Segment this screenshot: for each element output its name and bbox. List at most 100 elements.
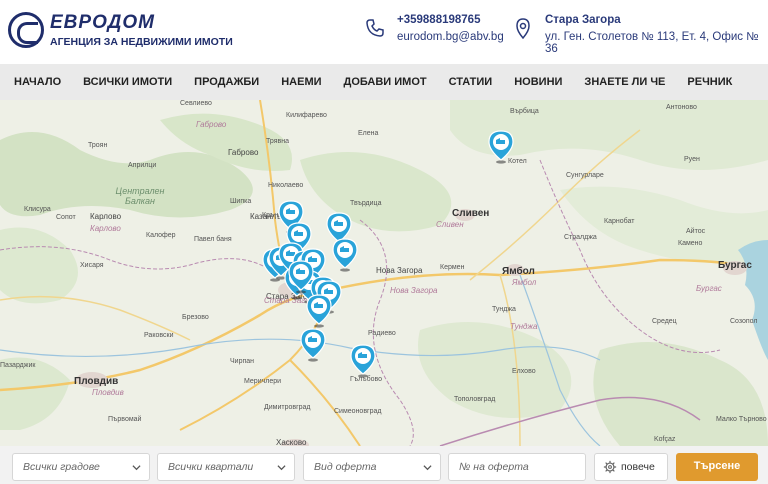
map-region-label: Нова Загора — [390, 286, 438, 295]
contact-address-block: Стара Загора ул. Ген. Столетов № 113, Ет… — [545, 14, 768, 55]
chevron-down-icon — [277, 465, 286, 471]
map-place: Първомай — [108, 416, 142, 423]
property-marker-icon[interactable] — [300, 328, 326, 362]
map-place: Средец — [652, 318, 677, 325]
map-place: Николаево — [268, 182, 304, 189]
map-place: Руен — [684, 156, 700, 163]
map-place: Върбица — [510, 108, 539, 115]
map-region-label: Централен Балкан — [115, 186, 165, 206]
map-place: Радиево — [368, 330, 396, 337]
map-place: Сунгурларе — [566, 172, 604, 179]
map-place: Ямбол — [502, 266, 535, 277]
map-place: Меричлери — [244, 378, 282, 385]
chevron-down-icon — [423, 465, 432, 471]
map-place: Троян — [88, 142, 108, 149]
map-place: Елена — [358, 130, 379, 137]
map-place: Тополовград — [454, 396, 496, 403]
map-place: Павел баня — [194, 236, 232, 243]
map-place: Хисаря — [80, 262, 104, 269]
nav-did-you-know[interactable]: ЗНАЕТЕ ЛИ ЧЕ — [584, 76, 665, 88]
phone-icon — [366, 19, 384, 37]
offer-number-placeholder: № на оферта — [459, 461, 529, 473]
map-place: Габрово — [228, 148, 259, 157]
office-city: Стара Загора — [545, 14, 621, 26]
map-region-label: Карлово — [90, 224, 121, 233]
quarter-select-value: Всички квартали — [168, 461, 254, 473]
map-place: Килифарево — [286, 112, 327, 119]
map-place: Симеоновград — [334, 408, 382, 415]
city-select-value: Всички градове — [23, 461, 100, 473]
map-place: Карлово — [90, 212, 122, 221]
map-place: Малко Търново — [716, 416, 767, 423]
quarter-select[interactable]: Всички квартали — [157, 453, 295, 481]
logo-icon — [8, 12, 44, 48]
map-place: Нова Загора — [376, 266, 423, 275]
email-address[interactable]: eurodom.bg@abv.bg — [397, 31, 504, 43]
map-place: Крън — [262, 212, 279, 219]
logo[interactable]: ЕВРОДОМ АГЕНЦИЯ ЗА НЕДВИЖИМИ ИМОТИ — [8, 10, 233, 50]
nav-sales[interactable]: ПРОДАЖБИ — [194, 76, 259, 88]
nav-all-properties[interactable]: ВСИЧКИ ИМОТИ — [83, 76, 172, 88]
map-region-label: Ямбол — [512, 278, 537, 287]
property-marker-icon[interactable] — [288, 260, 314, 294]
search-bar: Всички градове Всички квартали Вид оферт… — [0, 446, 768, 484]
property-map[interactable]: Севлиево Килифарево Елена Трявна Габрово… — [0, 100, 768, 446]
map-place: Сливен — [452, 208, 490, 219]
map-place: Априлци — [128, 162, 157, 169]
map-place: Хасково — [276, 438, 307, 446]
offer-type-select[interactable]: Вид оферта — [303, 453, 441, 481]
nav-articles[interactable]: СТАТИИ — [449, 76, 493, 88]
nav-dictionary[interactable]: РЕЧНИК — [687, 76, 732, 88]
map-place: Kofçaz — [654, 436, 676, 443]
map-place: Елхово — [512, 368, 536, 375]
map-place: Твърдица — [350, 200, 382, 207]
search-button[interactable]: Търсене — [676, 453, 758, 481]
chevron-down-icon — [132, 465, 141, 471]
brand-name: ЕВРОДОМ — [50, 12, 155, 33]
map-place: Айтос — [686, 228, 706, 235]
nav-news[interactable]: НОВИНИ — [514, 76, 562, 88]
property-marker-icon[interactable] — [306, 294, 332, 328]
more-filters-button[interactable]: повече — [594, 453, 668, 481]
map-place: Стралджа — [564, 234, 597, 241]
map-place: Антоново — [666, 104, 697, 111]
map-region-label: Пловдив — [92, 388, 124, 397]
property-marker-icon[interactable] — [332, 238, 358, 272]
office-address: ул. Ген. Столетов № 113, Ет. 4, Офис № 3… — [545, 31, 759, 55]
map-place: Шипка — [230, 198, 252, 205]
property-marker-icon[interactable] — [350, 344, 376, 378]
map-place: Пазарджик — [0, 362, 36, 369]
site-header: ЕВРОДОМ АГЕНЦИЯ ЗА НЕДВИЖИМИ ИМОТИ +3598… — [0, 0, 768, 64]
map-place: Клисура — [24, 206, 51, 213]
phone-number[interactable]: +359888198765 — [397, 14, 504, 26]
map-place: Тунджа — [492, 306, 516, 313]
city-select[interactable]: Всички градове — [12, 453, 150, 481]
brand-tagline: АГЕНЦИЯ ЗА НЕДВИЖИМИ ИМОТИ — [50, 36, 233, 48]
offer-number-input[interactable]: № на оферта — [448, 453, 586, 481]
map-place: Сопот — [56, 214, 76, 221]
map-place: Брезово — [182, 314, 209, 321]
contact-phone-block: +359888198765 eurodom.bg@abv.bg — [397, 14, 504, 43]
map-place: Трявна — [266, 138, 289, 145]
nav-rentals[interactable]: НАЕМИ — [281, 76, 321, 88]
nav-add-property[interactable]: ДОБАВИ ИМОТ — [344, 76, 427, 88]
map-place: Кермен — [440, 264, 465, 271]
map-place: Карнобат — [604, 218, 635, 225]
map-place: Чирпан — [230, 358, 255, 365]
map-place: Раковски — [144, 332, 174, 339]
map-place: Димитровград — [264, 404, 311, 411]
map-place: Камено — [678, 240, 703, 247]
map-region-label: Бургас — [696, 284, 722, 293]
map-region-label: Сливен — [436, 220, 464, 229]
offer-type-select-value: Вид оферта — [314, 461, 377, 473]
map-place: Созопол — [730, 318, 758, 325]
map-place: Калофер — [146, 232, 176, 239]
map-place: Севлиево — [180, 100, 212, 107]
map-region-label: Габрово — [196, 120, 227, 129]
location-pin-icon — [516, 18, 530, 40]
map-place: Бургас — [718, 260, 752, 271]
nav-home[interactable]: НАЧАЛО — [14, 76, 61, 88]
property-marker-icon[interactable] — [488, 130, 514, 164]
more-filters-label: повече — [621, 461, 655, 473]
main-navigation: НАЧАЛО ВСИЧКИ ИМОТИ ПРОДАЖБИ НАЕМИ ДОБАВ… — [0, 64, 768, 100]
